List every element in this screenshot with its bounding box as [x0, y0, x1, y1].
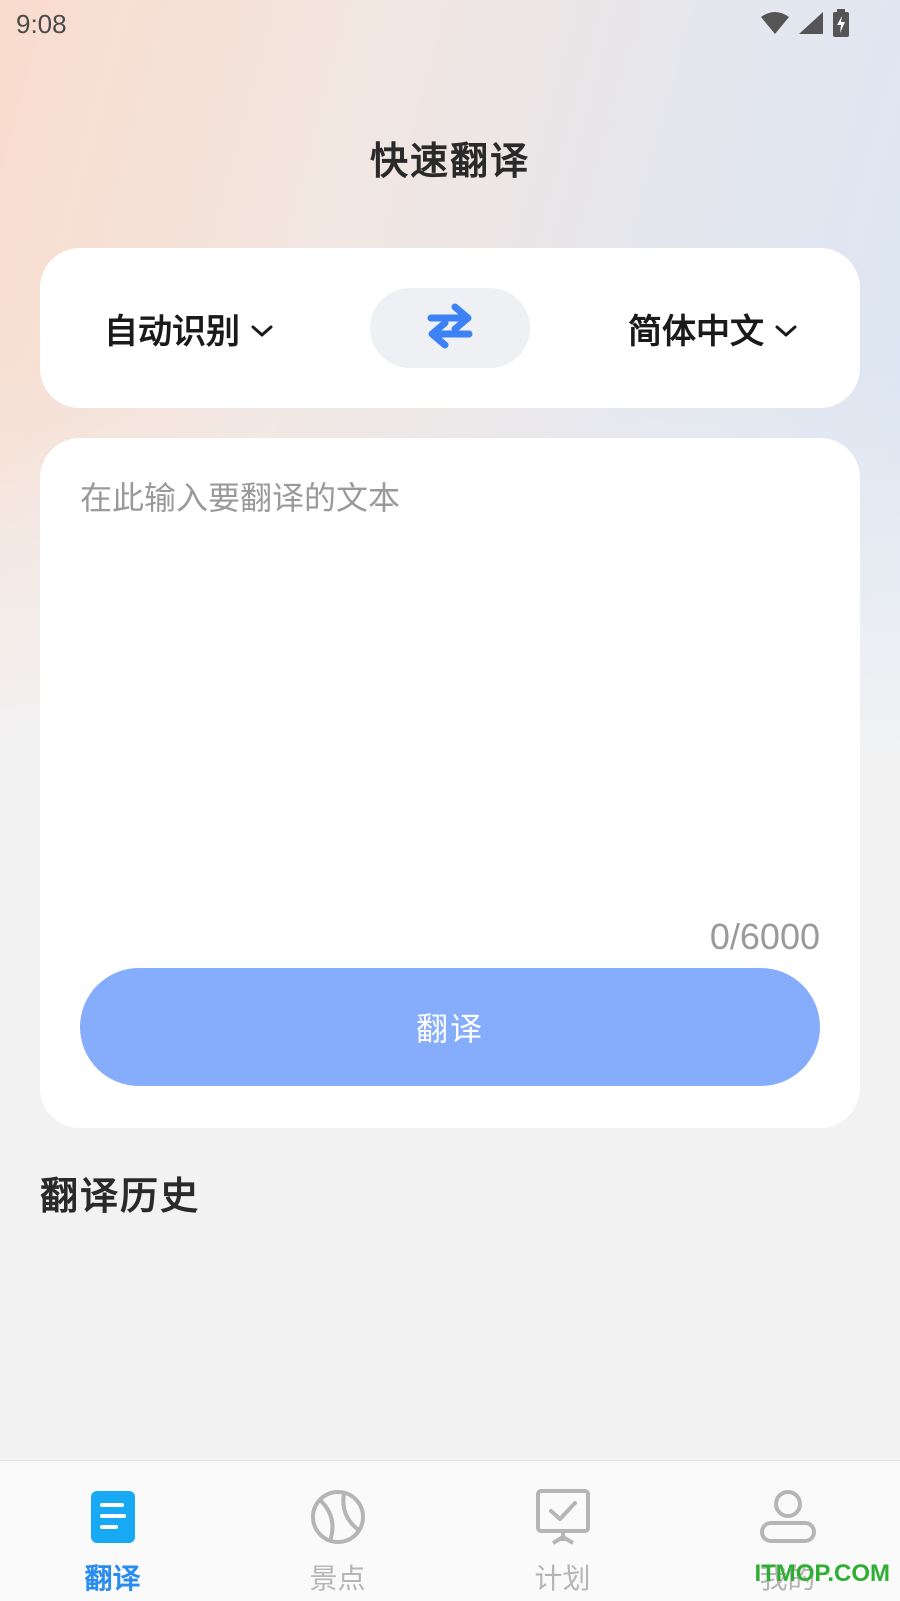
language-selector-card: 自动识别 简体中文: [40, 248, 860, 408]
status-time: 9:08: [16, 9, 67, 39]
character-counter: 0/6000: [709, 916, 820, 957]
history-section-title: 翻译历史: [40, 1174, 201, 1218]
battery-charging-icon: [832, 9, 850, 41]
translate-button[interactable]: 翻译: [80, 968, 820, 1086]
swap-languages-button[interactable]: [370, 288, 530, 368]
translation-input[interactable]: 在此输入要翻译的文本: [80, 478, 820, 898]
nav-label-translate: 翻译: [84, 1562, 141, 1595]
source-language-select[interactable]: 自动识别: [104, 300, 274, 356]
nav-item-plan[interactable]: 计划: [450, 1461, 675, 1601]
chevron-down-icon: [774, 308, 798, 348]
translation-input-card: 在此输入要翻译的文本 0/6000 翻译: [40, 438, 860, 1128]
checklist-board-icon: [533, 1487, 593, 1547]
chevron-down-icon: [250, 308, 274, 348]
target-language-label: 简体中文: [628, 311, 764, 352]
target-language-select[interactable]: 简体中文: [628, 300, 798, 356]
wifi-icon: [760, 11, 790, 39]
swap-arrows-icon: [425, 303, 475, 353]
page-title: 快速翻译: [369, 139, 530, 183]
nav-item-translate[interactable]: 翻译: [0, 1461, 225, 1601]
source-language-label: 自动识别: [104, 311, 240, 352]
status-bar: 9:08: [0, 0, 900, 50]
watermark: ITMOP.COM: [754, 1560, 890, 1587]
nav-label-plan: 计划: [534, 1562, 591, 1595]
document-icon: [83, 1487, 143, 1547]
user-icon: [758, 1487, 818, 1547]
status-icons: [760, 9, 850, 41]
signal-icon: [798, 11, 824, 39]
nav-item-attractions[interactable]: 景点: [225, 1461, 450, 1601]
ball-icon: [308, 1487, 368, 1547]
nav-label-attractions: 景点: [309, 1562, 366, 1595]
